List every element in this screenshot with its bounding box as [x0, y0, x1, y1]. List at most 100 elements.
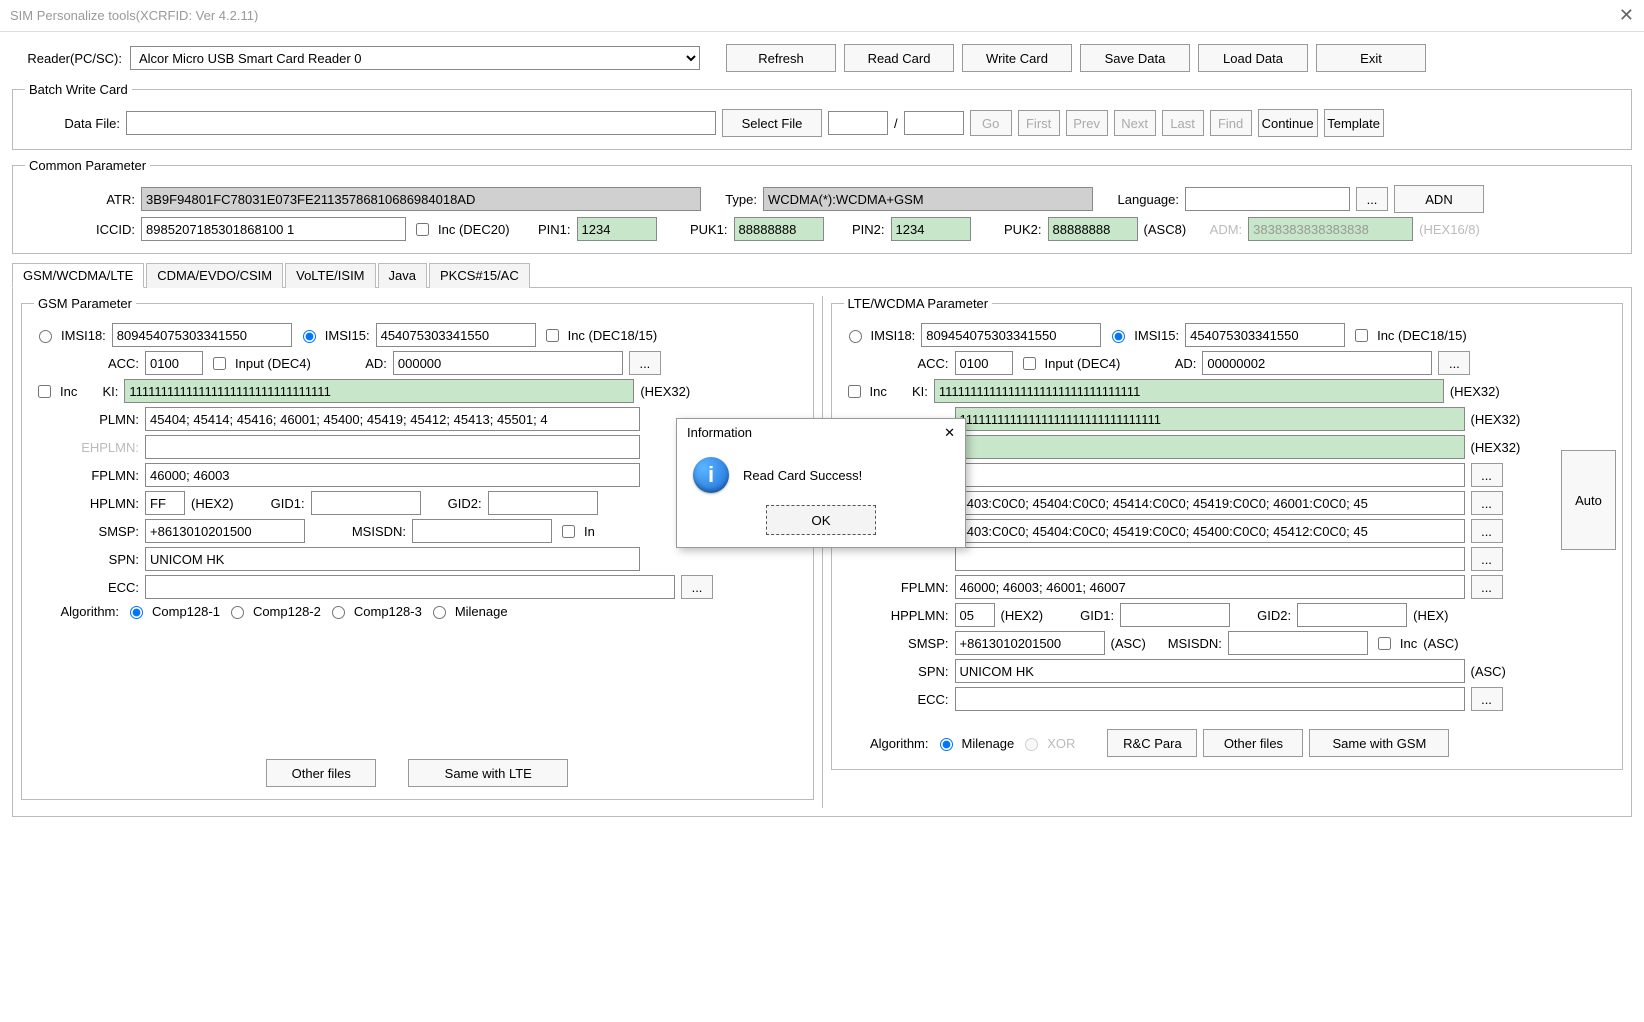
- gsm-gid1-input[interactable]: [311, 491, 421, 515]
- gsm-imsi18-input[interactable]: [112, 323, 292, 347]
- gsm-imsi18-radio[interactable]: [39, 330, 52, 343]
- go-button[interactable]: Go: [970, 110, 1012, 136]
- find-button[interactable]: Find: [1210, 110, 1252, 136]
- load-data-button[interactable]: Load Data: [1198, 44, 1308, 72]
- lte-empty-b-input[interactable]: [955, 547, 1465, 571]
- save-data-button[interactable]: Save Data: [1080, 44, 1190, 72]
- batch-progress-b[interactable]: [904, 111, 964, 135]
- lte-row-b-input[interactable]: [955, 519, 1465, 543]
- tab-volte-isim[interactable]: VoLTE/ISIM: [285, 263, 375, 288]
- write-card-button[interactable]: Write Card: [962, 44, 1072, 72]
- lte-rc-para-button[interactable]: R&C Para: [1107, 729, 1197, 757]
- gsm-acc-input[interactable]: [145, 351, 203, 375]
- gsm-ki-input[interactable]: [124, 379, 634, 403]
- refresh-button[interactable]: Refresh: [726, 44, 836, 72]
- lte-imsi18-input[interactable]: [921, 323, 1101, 347]
- lte-acc-input[interactable]: [955, 351, 1013, 375]
- language-input[interactable]: [1185, 187, 1350, 211]
- lte-fplmn-button[interactable]: ...: [1471, 575, 1503, 599]
- next-button[interactable]: Next: [1114, 110, 1156, 136]
- language-browse-button[interactable]: ...: [1356, 187, 1388, 211]
- batch-progress-a[interactable]: [828, 111, 888, 135]
- lte-ki-inc-checkbox[interactable]: [848, 385, 861, 398]
- last-button[interactable]: Last: [1162, 110, 1204, 136]
- gsm-imsi15-radio[interactable]: [303, 330, 316, 343]
- close-icon[interactable]: ✕: [1619, 5, 1634, 26]
- lte-ad-browse-button[interactable]: ...: [1438, 351, 1470, 375]
- read-card-button[interactable]: Read Card: [844, 44, 954, 72]
- puk2-input[interactable]: [1048, 217, 1138, 241]
- lte-gid2-input[interactable]: [1297, 603, 1407, 627]
- lte-empty-a-input[interactable]: [955, 463, 1465, 487]
- exit-button[interactable]: Exit: [1316, 44, 1426, 72]
- gsm-alg-comp128-3-radio[interactable]: [332, 606, 345, 619]
- lte-extra-input[interactable]: [955, 435, 1465, 459]
- tab-cdma-evdo-csim[interactable]: CDMA/EVDO/CSIM: [146, 263, 283, 288]
- gsm-same-with-lte-button[interactable]: Same with LTE: [408, 759, 568, 787]
- gsm-spn-input[interactable]: [145, 547, 640, 571]
- tab-gsm-wcdma-lte[interactable]: GSM/WCDMA/LTE: [12, 263, 144, 288]
- gsm-ecc-browse-button[interactable]: ...: [681, 575, 713, 599]
- gsm-imsi15-input[interactable]: [376, 323, 536, 347]
- lte-alg-xor-radio[interactable]: [1025, 738, 1038, 751]
- lte-ecc-input[interactable]: [955, 687, 1465, 711]
- lte-fplmn-input[interactable]: [955, 575, 1465, 599]
- adn-button[interactable]: ADN: [1394, 185, 1484, 213]
- lte-same-with-gsm-button[interactable]: Same with GSM: [1309, 729, 1449, 757]
- lte-imsi15-input[interactable]: [1185, 323, 1345, 347]
- pin1-input[interactable]: [577, 217, 657, 241]
- gsm-other-files-button[interactable]: Other files: [266, 759, 376, 787]
- gsm-smsp-input[interactable]: [145, 519, 305, 543]
- continue-button[interactable]: Continue: [1258, 109, 1318, 137]
- lte-row-a-input[interactable]: [955, 491, 1465, 515]
- lte-row-b-button[interactable]: ...: [1471, 519, 1503, 543]
- gsm-plmn-input[interactable]: [145, 407, 640, 431]
- lte-ki-input[interactable]: [934, 379, 1444, 403]
- dialog-ok-button[interactable]: OK: [766, 505, 876, 535]
- template-button[interactable]: Template: [1324, 109, 1384, 137]
- reader-select[interactable]: Alcor Micro USB Smart Card Reader 0: [130, 46, 700, 70]
- lte-ecc-browse-button[interactable]: ...: [1471, 687, 1503, 711]
- tab-java[interactable]: Java: [378, 263, 427, 288]
- gsm-msisdn-input[interactable]: [412, 519, 552, 543]
- type-input[interactable]: [763, 187, 1093, 211]
- gsm-fplmn-input[interactable]: [145, 463, 640, 487]
- lte-spn-input[interactable]: [955, 659, 1465, 683]
- atr-input[interactable]: [141, 187, 701, 211]
- lte-opc-input[interactable]: [955, 407, 1465, 431]
- lte-gid1-input[interactable]: [1120, 603, 1230, 627]
- lte-alg-milenage-radio[interactable]: [940, 738, 953, 751]
- pin2-input[interactable]: [891, 217, 971, 241]
- lte-inc-checkbox[interactable]: [1355, 329, 1368, 342]
- lte-other-files-button[interactable]: Other files: [1203, 729, 1303, 757]
- adm-input[interactable]: [1248, 217, 1413, 241]
- dialog-close-icon[interactable]: ✕: [944, 425, 955, 441]
- lte-auto-button[interactable]: Auto: [1561, 450, 1616, 550]
- lte-hpplmn-input[interactable]: [955, 603, 995, 627]
- lte-imsi15-radio[interactable]: [1112, 330, 1125, 343]
- gsm-inc-checkbox[interactable]: [546, 329, 559, 342]
- select-file-button[interactable]: Select File: [722, 109, 822, 137]
- lte-empty-b-button[interactable]: ...: [1471, 547, 1503, 571]
- lte-msisdn-inc-checkbox[interactable]: [1378, 637, 1391, 650]
- gsm-msisdn-inc-checkbox[interactable]: [562, 525, 575, 538]
- lte-smsp-input[interactable]: [955, 631, 1105, 655]
- lte-input-dec4-checkbox[interactable]: [1023, 357, 1036, 370]
- gsm-ki-inc-checkbox[interactable]: [38, 385, 51, 398]
- gsm-input-dec4-checkbox[interactable]: [213, 357, 226, 370]
- gsm-ad-input[interactable]: [393, 351, 623, 375]
- gsm-ehplmn-input[interactable]: [145, 435, 640, 459]
- gsm-alg-milenage-radio[interactable]: [433, 606, 446, 619]
- first-button[interactable]: First: [1018, 110, 1060, 136]
- gsm-gid2-input[interactable]: [488, 491, 598, 515]
- gsm-ad-browse-button[interactable]: ...: [629, 351, 661, 375]
- gsm-hplmn-input[interactable]: [145, 491, 185, 515]
- datafile-input[interactable]: [126, 111, 716, 135]
- iccid-input[interactable]: [141, 217, 406, 241]
- puk1-input[interactable]: [734, 217, 824, 241]
- gsm-alg-comp128-2-radio[interactable]: [231, 606, 244, 619]
- lte-row-a-button[interactable]: ...: [1471, 491, 1503, 515]
- lte-empty-a-button[interactable]: ...: [1471, 463, 1503, 487]
- gsm-ecc-input[interactable]: [145, 575, 675, 599]
- lte-msisdn-input[interactable]: [1228, 631, 1368, 655]
